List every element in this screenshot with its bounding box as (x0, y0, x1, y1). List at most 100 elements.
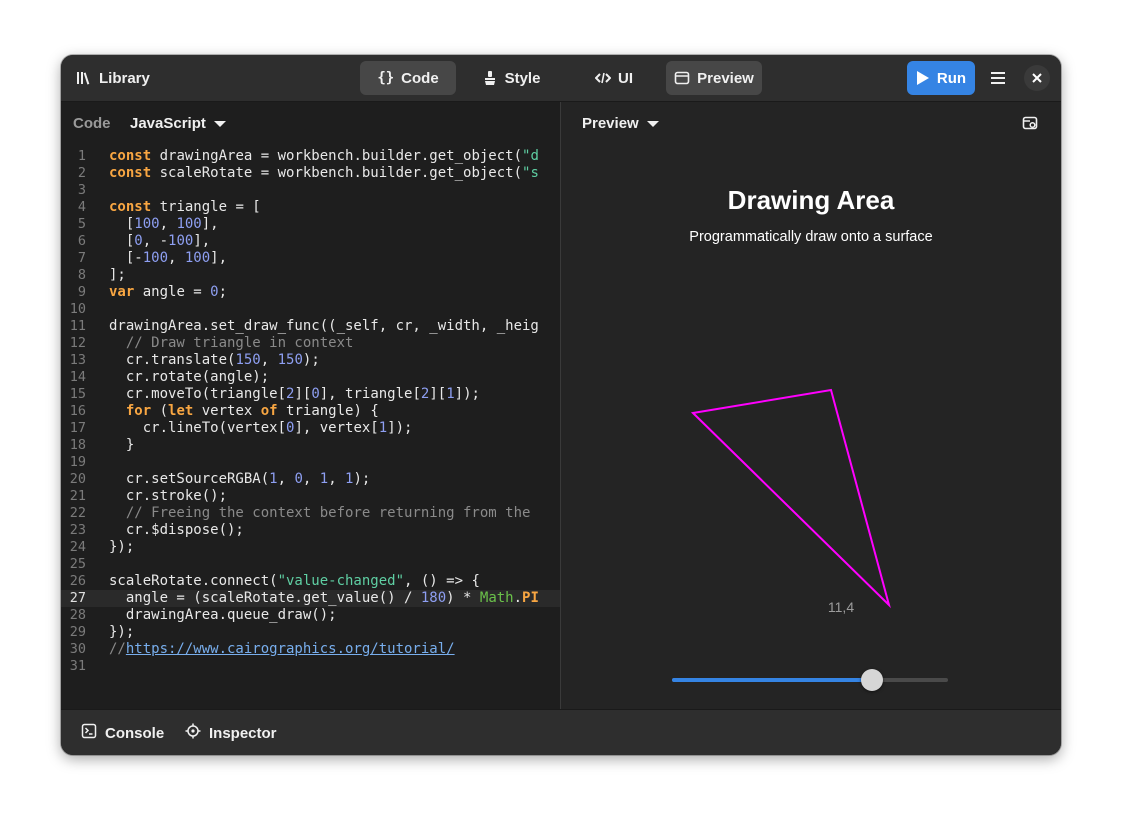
braces-icon: {} (377, 70, 395, 86)
code-text: [-100, 100], (109, 250, 228, 266)
code-line[interactable]: 1 const drawingArea = workbench.builder.g… (61, 148, 560, 165)
run-button[interactable]: Run (907, 61, 975, 95)
tab-preview[interactable]: Preview (666, 61, 762, 95)
code-text: cr.lineTo(vertex[0], vertex[1]); (109, 420, 413, 436)
header-bar: Library {} Code Style UI Preview Run (61, 55, 1061, 102)
slider-thumb[interactable] (861, 669, 884, 691)
preview-dropdown-label: Preview (582, 115, 639, 132)
code-line[interactable]: 25 (61, 556, 560, 573)
code-text: angle = (scaleRotate.get_value() / 180) … (109, 590, 539, 606)
rotated-triangle (690, 388, 891, 609)
window-icon (674, 70, 690, 86)
code-line[interactable]: 22 // Freeing the context before returni… (61, 505, 560, 522)
code-line[interactable]: 23 cr.$dispose(); (61, 522, 560, 539)
code-text: var angle = 0; (109, 284, 228, 300)
code-text: const triangle = [ (109, 199, 261, 215)
code-line[interactable]: 6 [0, -100], (61, 233, 560, 250)
code-line[interactable]: 5 [100, 100], (61, 216, 560, 233)
code-line[interactable]: 29}); (61, 624, 560, 641)
drawing-area (690, 388, 891, 609)
tab-code-label: Code (401, 69, 439, 87)
code-text: cr.moveTo(triangle[2][0], triangle[2][1]… (109, 386, 480, 402)
line-number: 31 (69, 658, 86, 674)
rotation-slider[interactable] (672, 669, 948, 691)
code-line[interactable]: 31 (61, 658, 560, 675)
code-line[interactable]: 7 [-100, 100], (61, 250, 560, 267)
inspector-button[interactable]: Inspector (185, 716, 277, 750)
code-line[interactable]: 3 (61, 182, 560, 199)
inspector-label: Inspector (209, 724, 277, 742)
library-icon (76, 70, 92, 86)
play-icon (916, 70, 930, 86)
code-line[interactable]: 20 cr.setSourceRGBA(1, 0, 1, 1); (61, 471, 560, 488)
screenshot-button[interactable] (1022, 115, 1038, 136)
code-text: //https://www.cairographics.org/tutorial… (109, 641, 455, 657)
line-number: 7 (77, 250, 86, 266)
line-number: 28 (69, 607, 86, 623)
code-editor[interactable]: 1 const drawingArea = workbench.builder.g… (61, 148, 560, 675)
preview-subtitle: Programmatically draw onto a surface (689, 229, 933, 245)
line-number: 4 (77, 199, 86, 215)
code-tag-icon (595, 70, 611, 86)
line-number: 18 (69, 437, 86, 453)
code-text: cr.stroke(); (109, 488, 228, 504)
code-text: // Draw triangle in context (125, 335, 354, 351)
code-line[interactable]: 30 //https://www.cairographics.org/tutori… (61, 641, 560, 658)
line-number: 3 (77, 182, 86, 198)
line-number: 17 (69, 420, 86, 436)
chevron-down-icon (213, 115, 226, 132)
code-text: cr.$dispose(); (109, 522, 244, 538)
close-button[interactable] (1024, 65, 1050, 91)
line-number: 15 (69, 386, 86, 402)
code-line[interactable]: 9 var angle = 0; (61, 284, 560, 301)
code-line[interactable]: 16 for (let vertex of triangle) { (61, 403, 560, 420)
code-text: }); (109, 539, 135, 555)
code-line[interactable]: 4 const triangle = [ (61, 199, 560, 216)
code-line[interactable]: 24}); (61, 539, 560, 556)
code-line[interactable]: 10 (61, 301, 560, 318)
code-text: cr.setSourceRGBA(1, 0, 1, 1); (109, 471, 371, 487)
line-number: 24 (69, 539, 86, 555)
language-dropdown[interactable]: JavaScript (130, 115, 226, 132)
preview-dropdown[interactable]: Preview (582, 115, 659, 132)
console-button[interactable]: Console (81, 716, 164, 750)
code-text: const drawingArea = workbench.builder.ge… (109, 148, 539, 164)
code-line[interactable]: 28 drawingArea.queue_draw(); (61, 607, 560, 624)
code-text: [0, -100], (109, 233, 211, 249)
code-line[interactable]: 17 cr.lineTo(vertex[0], vertex[1]); (61, 420, 560, 437)
line-number: 22 (69, 505, 86, 521)
code-line[interactable]: 11 drawingArea.set_draw_func((_self, cr, … (61, 318, 560, 335)
library-button[interactable]: Library (71, 61, 161, 95)
code-text: ]; (109, 267, 126, 283)
code-line[interactable]: 26 scaleRotate.connect("value-changed", (… (61, 573, 560, 590)
tab-style[interactable]: Style (463, 61, 559, 95)
code-editor-pane: Code JavaScript 1 const drawingArea = wor… (61, 102, 561, 709)
brush-icon (482, 70, 498, 86)
slider-value-label: 11,4 (827, 599, 855, 615)
line-number: 2 (77, 165, 86, 181)
line-number: 19 (69, 454, 86, 470)
code-line[interactable]: 15 cr.moveTo(triangle[2][0], triangle[2]… (61, 386, 560, 403)
line-number: 11 (69, 318, 86, 334)
line-number: 6 (77, 233, 86, 249)
code-line[interactable]: 21 cr.stroke(); (61, 488, 560, 505)
code-line[interactable]: 18 } (61, 437, 560, 454)
code-text: } (109, 437, 135, 453)
code-line[interactable]: 12 // Draw triangle in context (61, 335, 560, 352)
line-number: 12 (69, 335, 86, 351)
line-number: 5 (77, 216, 86, 232)
tab-ui[interactable]: UI (566, 61, 662, 95)
main-menu-button[interactable] (981, 61, 1015, 95)
code-line[interactable]: 8]; (61, 267, 560, 284)
code-line[interactable]: 13 cr.translate(150, 150); (61, 352, 560, 369)
line-number: 1 (77, 148, 86, 164)
code-line[interactable]: 2 const scaleRotate = workbench.builder.g… (61, 165, 560, 182)
tab-code[interactable]: {} Code (360, 61, 456, 95)
line-number: 10 (69, 301, 86, 317)
code-text: // Freeing the context before returning … (125, 505, 531, 521)
code-line[interactable]: 27 angle = (scaleRotate.get_value() / 18… (61, 590, 560, 607)
code-text: cr.translate(150, 150); (109, 352, 320, 368)
code-line[interactable]: 14 cr.rotate(angle); (61, 369, 560, 386)
code-line[interactable]: 19 (61, 454, 560, 471)
chevron-down-icon (646, 115, 659, 132)
